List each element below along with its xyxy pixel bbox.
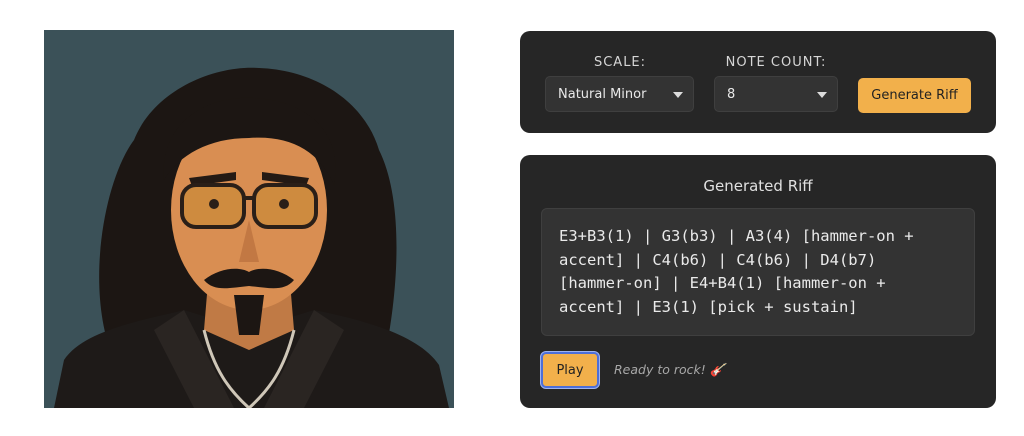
generated-riff-title: Generated Riff <box>703 177 813 195</box>
status-text: Ready to rock! 🎸 <box>614 362 726 377</box>
dropdown-caret-icon <box>817 92 827 98</box>
note-count-select-value: 8 <box>727 86 736 102</box>
note-count-label: NOTE COUNT: <box>725 55 827 70</box>
note-count-select[interactable]: 8 <box>714 76 838 112</box>
play-button[interactable]: Play <box>541 352 599 388</box>
dropdown-caret-icon <box>673 92 683 98</box>
artist-portrait <box>44 30 454 408</box>
scale-select-value: Natural Minor <box>558 86 647 102</box>
riff-controls-panel: SCALE: Natural Minor NOTE COUNT: 8 Gener… <box>520 31 996 133</box>
generated-riff-panel: Generated Riff E3+B3(1) | G3(b3) | A3(4)… <box>520 155 996 408</box>
generate-riff-button[interactable]: Generate Riff <box>858 78 971 113</box>
scale-select[interactable]: Natural Minor <box>545 76 694 112</box>
riff-text-box: E3+B3(1) | G3(b3) | A3(4) [hammer-on + a… <box>541 208 975 336</box>
scale-label: SCALE: <box>593 55 647 70</box>
